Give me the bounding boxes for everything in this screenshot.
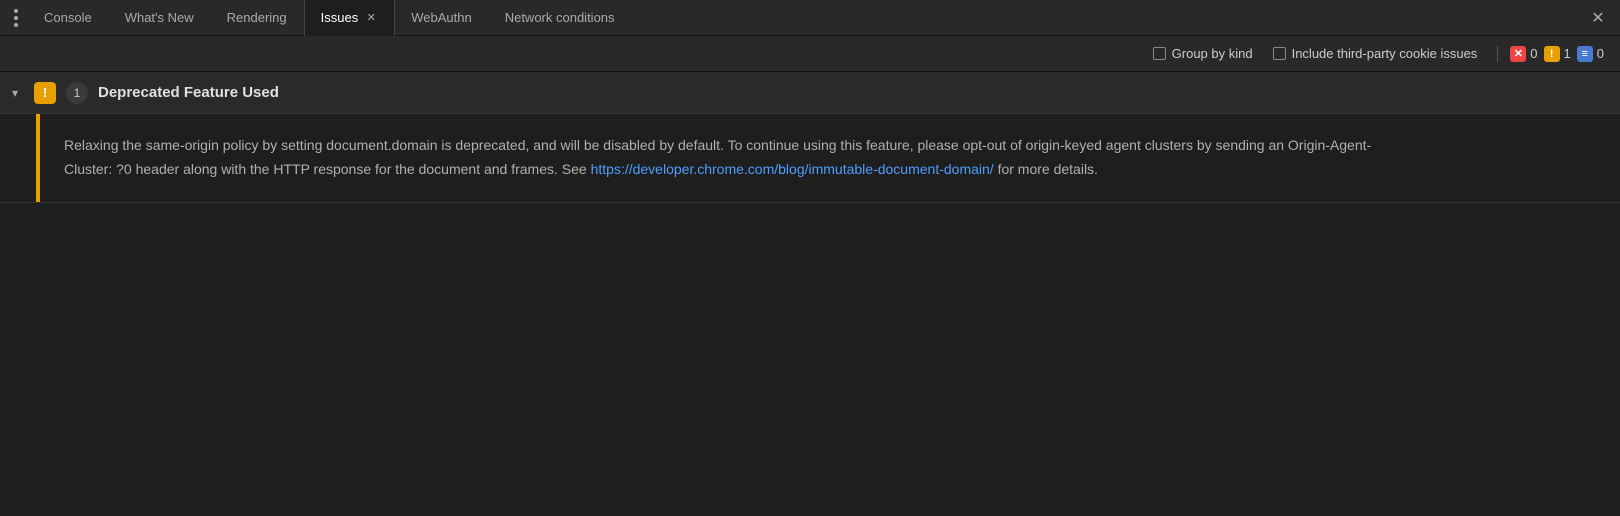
info-icon: ≡ xyxy=(1577,46,1593,62)
issue-count: 1 xyxy=(74,86,81,100)
error-icon: ✕ xyxy=(1510,46,1526,62)
issue-section-header[interactable]: ▾ ! 1 Deprecated Feature Used xyxy=(0,72,1620,114)
panel-close-button[interactable]: ✕ xyxy=(1580,0,1616,36)
tab-console[interactable]: Console xyxy=(28,0,109,36)
warning-icon: ! xyxy=(1544,46,1560,62)
tab-webauthn-label: WebAuthn xyxy=(411,10,471,25)
tab-bar: Console What's New Rendering Issues ✕ We… xyxy=(0,0,1620,36)
warning-count: 1 xyxy=(1564,46,1571,61)
info-badge[interactable]: ≡ 0 xyxy=(1577,46,1604,62)
third-party-label[interactable]: Include third-party cookie issues xyxy=(1292,46,1478,61)
tab-issues[interactable]: Issues ✕ xyxy=(304,0,396,36)
close-icon: ✕ xyxy=(1591,8,1604,28)
tab-rendering-label: Rendering xyxy=(227,10,287,25)
tab-network-conditions[interactable]: Network conditions xyxy=(489,0,632,36)
group-by-kind-label[interactable]: Group by kind xyxy=(1172,46,1253,61)
tab-rendering[interactable]: Rendering xyxy=(211,0,304,36)
group-by-kind-group: Group by kind xyxy=(1153,46,1253,61)
issue-link[interactable]: https://developer.chrome.com/blog/immuta… xyxy=(591,161,994,177)
issue-count-bubble: 1 xyxy=(66,82,88,104)
chevron-down-icon: ▾ xyxy=(12,86,24,100)
issue-counts: ✕ 0 ! 1 ≡ 0 xyxy=(1497,46,1604,62)
tab-issues-close[interactable]: ✕ xyxy=(364,11,378,25)
third-party-checkbox[interactable] xyxy=(1273,47,1286,60)
warning-badge[interactable]: ! 1 xyxy=(1544,46,1571,62)
issue-message-suffix: for more details. xyxy=(994,161,1098,177)
third-party-group: Include third-party cookie issues xyxy=(1273,46,1478,61)
group-by-kind-checkbox[interactable] xyxy=(1153,47,1166,60)
error-count: 0 xyxy=(1530,46,1537,61)
more-tabs-button[interactable] xyxy=(4,9,28,27)
error-badge[interactable]: ✕ 0 xyxy=(1510,46,1537,62)
issue-section-title: Deprecated Feature Used xyxy=(98,84,279,101)
tab-console-label: Console xyxy=(44,10,92,25)
tab-issues-label: Issues xyxy=(321,10,359,25)
issues-toolbar: Group by kind Include third-party cookie… xyxy=(0,36,1620,72)
issue-text: Relaxing the same-origin policy by setti… xyxy=(40,114,1440,202)
tab-webauthn[interactable]: WebAuthn xyxy=(395,0,488,36)
tab-network-conditions-label: Network conditions xyxy=(505,10,615,25)
tab-whats-new-label: What's New xyxy=(125,10,194,25)
tab-whats-new[interactable]: What's New xyxy=(109,0,211,36)
issue-content: Relaxing the same-origin policy by setti… xyxy=(0,114,1620,203)
info-count: 0 xyxy=(1597,46,1604,61)
issue-type-icon: ! xyxy=(34,82,56,104)
